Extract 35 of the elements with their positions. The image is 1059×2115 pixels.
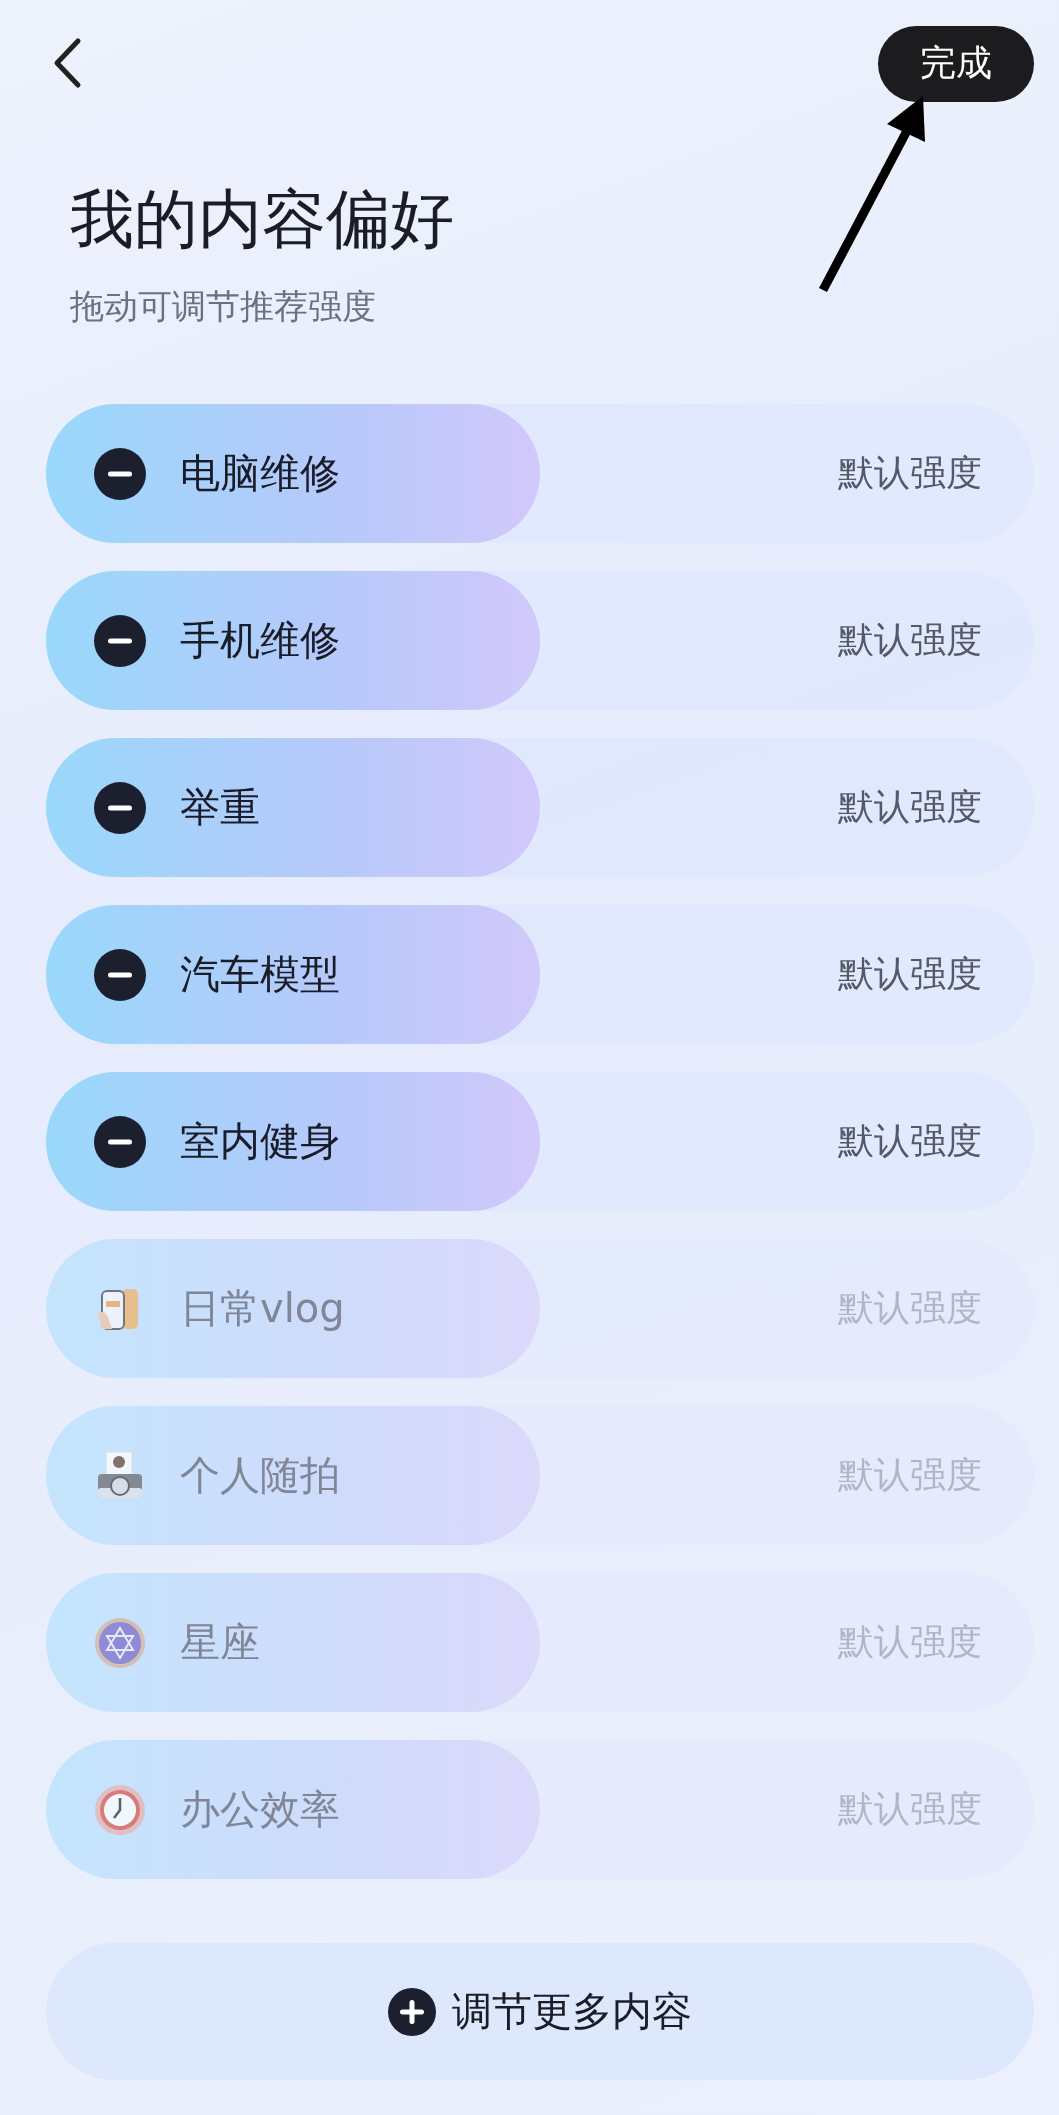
clock-icon [94,1783,146,1836]
adjust-more-button[interactable]: 调节更多内容 [46,1943,1034,2080]
remove-icon[interactable] [94,614,146,667]
strength-reading: 默认强度 [838,451,983,495]
remove-icon[interactable] [94,1115,146,1168]
strength-reading: 默认强度 [838,618,983,662]
topic-label: 星座 [180,1618,260,1667]
page-title: 我的内容偏好 [69,181,455,258]
preference-slider[interactable]: 举重 默认强度 [46,738,1034,877]
preference-slider[interactable]: 电脑维修 默认强度 [46,404,1034,543]
page-subtitle: 拖动可调节推荐强度 [69,284,377,328]
topic-label: 日常vlog [180,1284,345,1333]
done-button[interactable]: 完成 [878,25,1034,102]
topic-label: 室内健身 [180,1117,340,1166]
topic-label: 办公效率 [180,1785,340,1834]
strength-reading: 默认强度 [838,1453,983,1497]
remove-icon[interactable] [94,447,146,500]
back-icon[interactable] [52,36,82,89]
add-icon [388,1987,436,2036]
strength-reading: 默认强度 [838,1119,983,1163]
topic-label: 手机维修 [180,616,340,665]
remove-icon[interactable] [94,781,146,834]
topic-label: 举重 [180,783,260,832]
topic-label: 电脑维修 [180,449,340,498]
strength-reading: 默认强度 [838,1787,983,1831]
strength-reading: 默认强度 [838,785,983,829]
strength-reading: 默认强度 [838,1286,983,1330]
preference-slider[interactable]: 汽车模型 默认强度 [46,905,1034,1044]
remove-icon[interactable] [94,948,146,1001]
strength-reading: 默认强度 [838,952,983,996]
strength-reading: 默认强度 [838,1620,983,1664]
preference-slider[interactable]: 手机维修 默认强度 [46,571,1034,710]
topic-label: 汽车模型 [180,950,340,999]
preference-slider[interactable]: 室内健身 默认强度 [46,1072,1034,1211]
topic-label: 个人随拍 [180,1451,340,1500]
